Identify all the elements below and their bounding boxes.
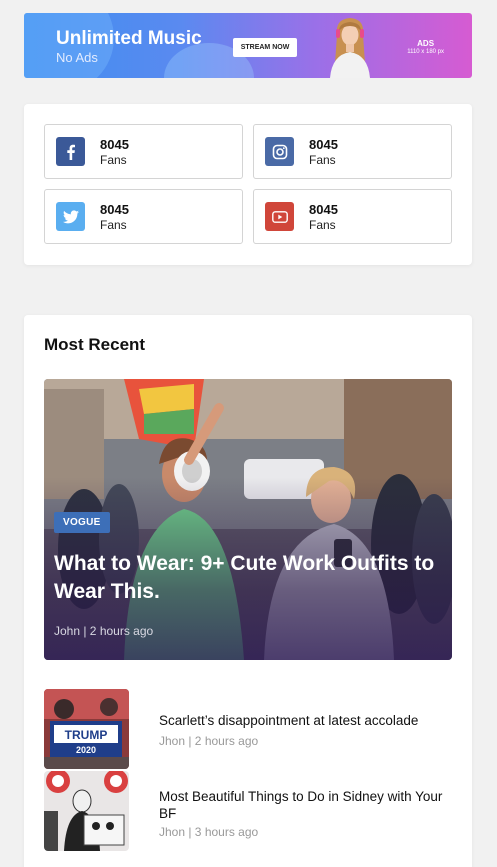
twitter-fans-link[interactable]: 8045 Fans	[44, 189, 243, 244]
fans-label: Fans	[100, 218, 127, 232]
svg-text:2020: 2020	[76, 745, 96, 755]
post-meta: Jhon | 2 hours ago	[159, 734, 259, 748]
featured-article[interactable]: VOGUE What to Wear: 9+ Cute Work Outfits…	[44, 379, 452, 660]
list-item[interactable]: Most Beautiful Things to Do in Sidney wi…	[44, 771, 452, 851]
post-title[interactable]: Scarlett’s disappointment at latest acco…	[159, 712, 449, 729]
list-item[interactable]: TRUMP 2020 Scarlett’s disappointment at …	[44, 689, 452, 769]
youtube-fans-link[interactable]: 8045 Fans	[253, 189, 452, 244]
ad-label: ADS	[417, 39, 435, 48]
fans-count: 8045	[309, 137, 338, 152]
fans-count: 8045	[100, 137, 129, 152]
svg-text:TRUMP: TRUMP	[65, 728, 108, 742]
facebook-fans-link[interactable]: 8045 Fans	[44, 124, 243, 179]
post-thumbnail: TRUMP 2020	[44, 689, 129, 769]
ad-title: Unlimited Music	[56, 28, 202, 49]
stream-now-button[interactable]: STREAM NOW	[233, 38, 297, 57]
fans-label: Fans	[100, 153, 127, 167]
social-counters-card: 8045 Fans 8045 Fans 8045 Fans 8045 Fans	[24, 104, 472, 265]
youtube-icon	[265, 202, 294, 231]
ad-size-label: ADS 1110 x 180 px	[407, 39, 444, 55]
category-badge[interactable]: VOGUE	[54, 512, 110, 533]
fans-label: Fans	[309, 218, 336, 232]
post-meta: Jhon | 3 hours ago	[159, 825, 259, 839]
ad-banner[interactable]: Unlimited Music No Ads STREAM NOW ADS 11…	[24, 13, 472, 78]
instagram-icon	[265, 137, 294, 166]
twitter-icon	[56, 202, 85, 231]
fans-count: 8045	[100, 202, 129, 217]
ad-model-image	[330, 18, 370, 78]
section-heading: Most Recent	[44, 335, 146, 354]
ad-dimensions: 1110 x 180 px	[407, 49, 444, 55]
instagram-fans-link[interactable]: 8045 Fans	[253, 124, 452, 179]
facebook-icon	[56, 137, 85, 166]
most-recent-section: Most Recent VOGUE What to Wear: 9+ Cute …	[24, 315, 472, 867]
post-thumbnail	[44, 771, 129, 851]
fans-label: Fans	[309, 153, 336, 167]
featured-title[interactable]: What to Wear: 9+ Cute Work Outfits to We…	[54, 550, 444, 606]
featured-meta: John | 2 hours ago	[54, 624, 154, 638]
ad-subtitle: No Ads	[56, 50, 98, 65]
fans-count: 8045	[309, 202, 338, 217]
post-title[interactable]: Most Beautiful Things to Do in Sidney wi…	[159, 788, 449, 822]
